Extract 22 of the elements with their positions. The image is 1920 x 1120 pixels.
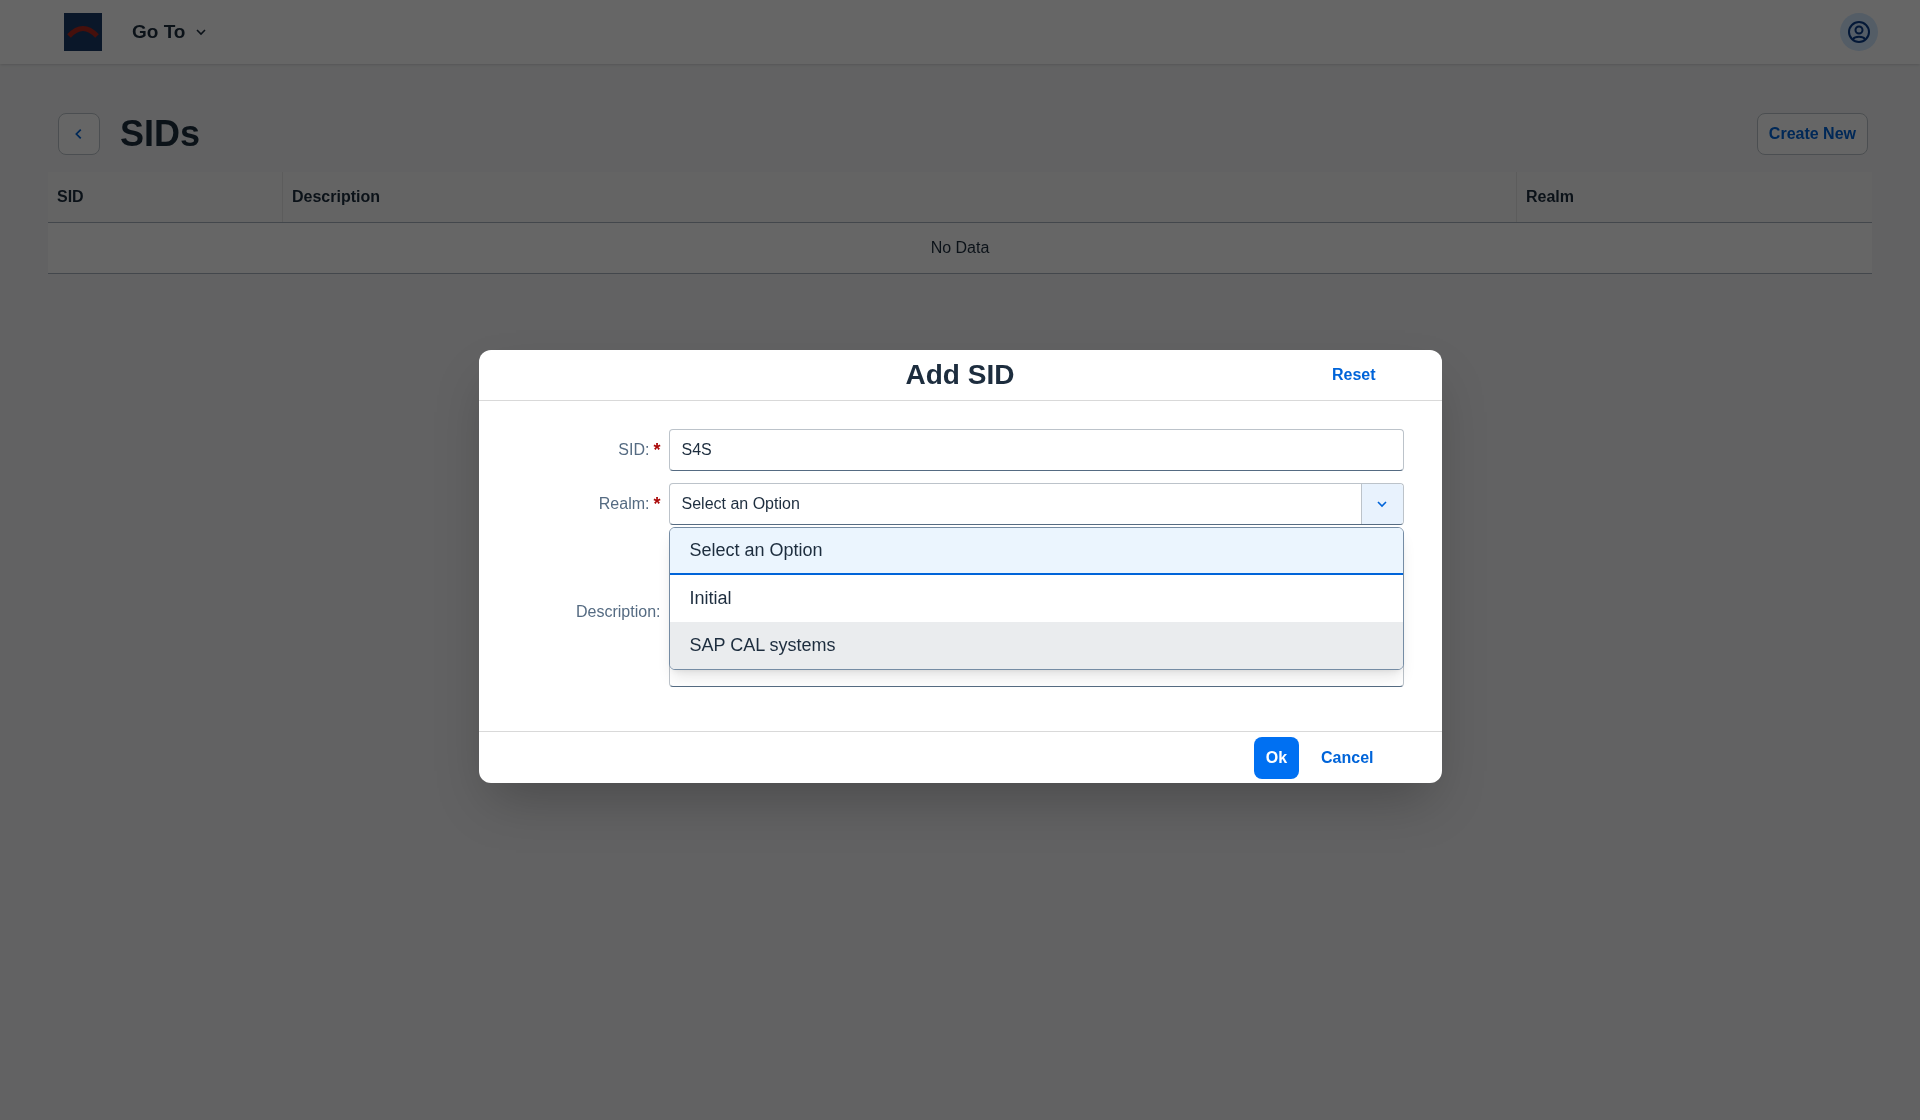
sid-input[interactable]: S4S xyxy=(668,429,1404,471)
required-marker: * xyxy=(653,492,661,516)
dropdown-option[interactable]: Select an Option xyxy=(669,528,1403,575)
required-marker: * xyxy=(653,438,661,462)
user-avatar[interactable] xyxy=(1840,13,1878,51)
reset-button[interactable]: Reset xyxy=(1331,363,1376,387)
user-icon xyxy=(1847,20,1871,44)
ok-button[interactable]: Ok xyxy=(1253,736,1300,779)
no-data-text: No Data xyxy=(930,238,990,258)
field-label: Description: xyxy=(576,602,661,622)
dropdown-option[interactable]: Initial xyxy=(669,575,1403,622)
cancel-button[interactable]: Cancel xyxy=(1309,736,1386,779)
dialog-title: Add SID xyxy=(905,358,1015,392)
logo-icon xyxy=(64,13,102,51)
column-header: Realm xyxy=(1525,187,1576,207)
field-label: SID: xyxy=(618,440,650,460)
page-title: SIDs xyxy=(120,112,201,156)
field-label: Realm: xyxy=(598,494,650,514)
column-header: SID xyxy=(48,172,283,222)
dropdown-option[interactable]: SAP CAL systems xyxy=(669,622,1403,669)
realm-select[interactable]: Select an Option xyxy=(668,483,1404,525)
column-header: Description xyxy=(283,172,1517,222)
